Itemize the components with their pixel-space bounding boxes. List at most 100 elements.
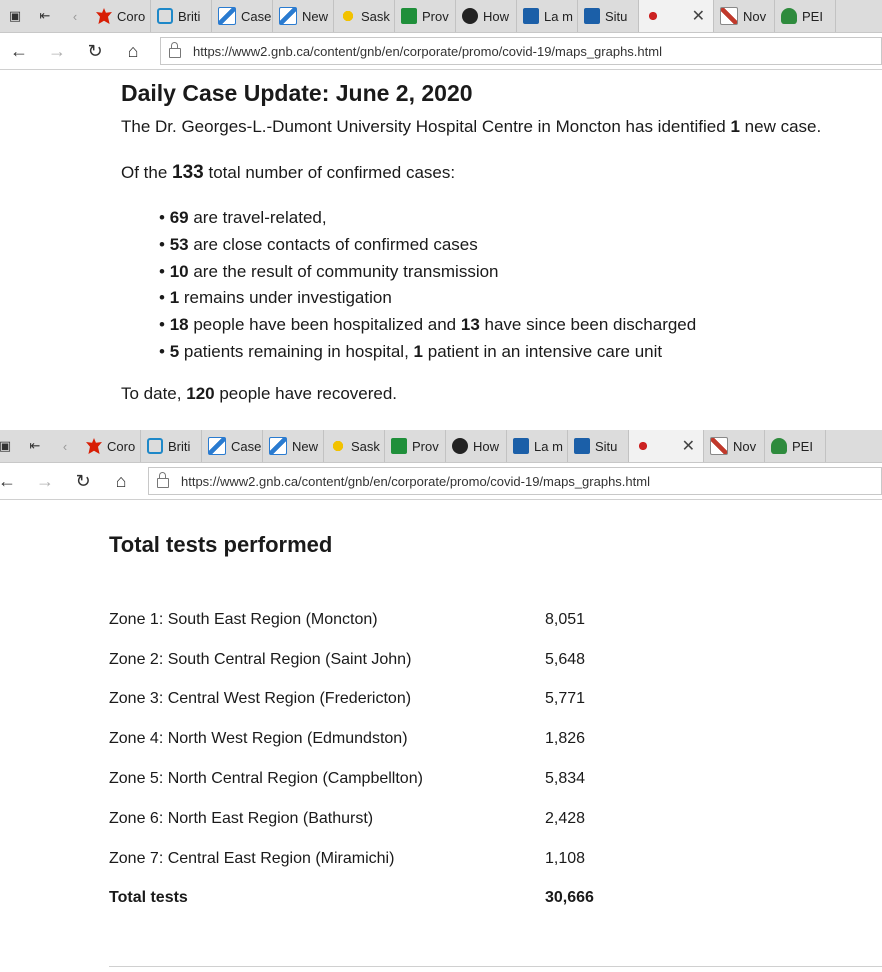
table-row: Zone 7: Central East Region (Miramichi) 1… (109, 839, 594, 879)
tab-coro[interactable]: Coro (90, 0, 151, 32)
url-field[interactable]: https://www2.gnb.ca/content/gnb/en/corpo… (148, 467, 882, 495)
tab-briti[interactable]: Briti (151, 0, 212, 32)
divider (109, 966, 882, 967)
zone-name: Zone 5: North Central Region (Campbellto… (109, 770, 423, 788)
tab-label: Briti (168, 438, 191, 454)
scroll-tabs-left-icon[interactable]: ‹ (60, 0, 90, 32)
close-tab-icon[interactable]: ✕ (682, 436, 695, 456)
tab-case[interactable]: Case (202, 430, 263, 462)
table-row: Zone 3: Central West Region (Fredericton… (109, 680, 594, 720)
tab-label: New (302, 8, 329, 24)
tab-situ[interactable]: Situ (568, 430, 629, 462)
pei-icon (771, 438, 787, 454)
tab-active-gnb[interactable]: ✕ (629, 430, 704, 462)
zone-name: Zone 2: South Central Region (Saint John… (109, 650, 412, 668)
zone-name: Zone 4: North West Region (Edmundston) (109, 730, 408, 748)
page-title: Daily Case Update: June 2, 2020 (121, 80, 473, 106)
address-bar: ← → ↻ ⌂ https://www2.gnb.ca/content/gnb/… (0, 463, 882, 500)
tab-la-m[interactable]: La m (517, 0, 578, 32)
list-item: 18 people have been hospitalized and 13 … (159, 312, 881, 339)
close-tab-icon[interactable]: ✕ (692, 6, 705, 26)
tab-label: Prov (412, 438, 439, 454)
tab-coro[interactable]: Coro (80, 430, 141, 462)
tab-prov[interactable]: Prov (385, 430, 446, 462)
quebec-icon (513, 438, 529, 454)
tab-sask[interactable]: Sask (334, 0, 395, 32)
tab-nov[interactable]: Nov (704, 430, 765, 462)
section-title: Total tests performed (109, 532, 333, 557)
back-arrow-icon[interactable]: ← (0, 471, 26, 492)
pei-icon (781, 8, 797, 24)
tab-actions-icon[interactable]: ▣ (0, 0, 30, 32)
manitoba-icon (391, 438, 407, 454)
tab-active-gnb[interactable]: ✕ (639, 0, 714, 32)
tab-label: Prov (422, 8, 449, 24)
scroll-tabs-left-icon[interactable]: ‹ (50, 430, 80, 462)
bc-icon (157, 8, 173, 24)
tab-label: PEI (802, 8, 823, 24)
tab-case[interactable]: Case (212, 0, 273, 32)
quebec-icon (574, 438, 590, 454)
recovered-text: To date, 120 people have recovered. (121, 383, 398, 403)
set-aside-tabs-icon[interactable]: ⇤ (30, 0, 60, 32)
table-row: Zone 1: South East Region (Moncton) 8,051 (109, 600, 594, 640)
back-arrow-icon[interactable]: ← (0, 41, 38, 62)
tab-prov[interactable]: Prov (395, 0, 456, 32)
saskatchewan-icon (340, 8, 356, 24)
tab-how[interactable]: How (456, 0, 517, 32)
case-breakdown-list: 69 are travel-related, 53 are close cont… (159, 205, 881, 366)
tab-nov[interactable]: Nov (714, 0, 775, 32)
tests-table: Zone 1: South East Region (Moncton) 8,051… (109, 600, 594, 918)
tab-new[interactable]: New (263, 430, 324, 462)
tab-la-m[interactable]: La m (507, 430, 568, 462)
refresh-icon[interactable]: ↻ (76, 41, 114, 62)
saskatchewan-icon (330, 438, 346, 454)
test-count: 8,051 (545, 610, 586, 628)
tab-pei[interactable]: PEI (765, 430, 826, 462)
tab-how[interactable]: How (446, 430, 507, 462)
tab-label: La m (534, 438, 563, 454)
forward-arrow-icon[interactable]: → (26, 471, 64, 492)
home-icon[interactable]: ⌂ (102, 471, 140, 492)
tab-label: Briti (178, 8, 201, 24)
screenshot-tests-performed: ▣ ⇤ ‹ Coro Briti Case New Sask Prov How … (0, 430, 882, 972)
url-text: https://www2.gnb.ca/content/gnb/en/corpo… (181, 473, 650, 489)
lock-icon (169, 42, 181, 58)
test-count: 5,834 (545, 770, 586, 788)
tab-label: Sask (351, 438, 380, 454)
total-row: Total tests 30,666 (109, 879, 594, 919)
total-count: 30,666 (545, 889, 594, 907)
quebec-icon (584, 8, 600, 24)
ontario-icon (462, 8, 478, 24)
tab-label: Sask (361, 8, 390, 24)
forward-arrow-icon[interactable]: → (38, 41, 76, 62)
tab-situ[interactable]: Situ (578, 0, 639, 32)
new-brunswick-icon (645, 8, 661, 24)
zone-name: Zone 1: South East Region (Moncton) (109, 610, 378, 628)
tab-label: Coro (107, 438, 136, 454)
tab-actions-icon[interactable]: ▣ (0, 430, 20, 462)
test-count: 1,826 (545, 730, 586, 748)
refresh-icon[interactable]: ↻ (64, 471, 102, 492)
test-count: 5,771 (545, 690, 586, 708)
tab-sask[interactable]: Sask (324, 430, 385, 462)
alberta-icon (208, 437, 226, 455)
ontario-icon (452, 438, 468, 454)
url-field[interactable]: https://www2.gnb.ca/content/gnb/en/corpo… (160, 37, 882, 65)
home-icon[interactable]: ⌂ (114, 41, 152, 62)
screenshot-case-update: ▣ ⇤ ‹ Coro Briti Case New Sask Prov How … (0, 0, 882, 420)
tab-label: How (483, 8, 510, 24)
tab-label: Situ (595, 438, 618, 454)
lock-icon (157, 472, 169, 488)
tab-label: Nov (733, 438, 757, 454)
tab-new[interactable]: New (273, 0, 334, 32)
set-aside-tabs-icon[interactable]: ⇤ (20, 430, 50, 462)
tab-bar: ▣ ⇤ ‹ Coro Briti Case New Sask Prov How … (0, 0, 882, 33)
tab-label: Case (231, 438, 262, 454)
tab-pei[interactable]: PEI (775, 0, 836, 32)
tab-label: Case (241, 8, 272, 24)
alberta-icon (279, 7, 297, 25)
alberta-icon (218, 7, 236, 25)
tab-briti[interactable]: Briti (141, 430, 202, 462)
table-row: Zone 6: North East Region (Bathurst) 2,42… (109, 799, 594, 839)
